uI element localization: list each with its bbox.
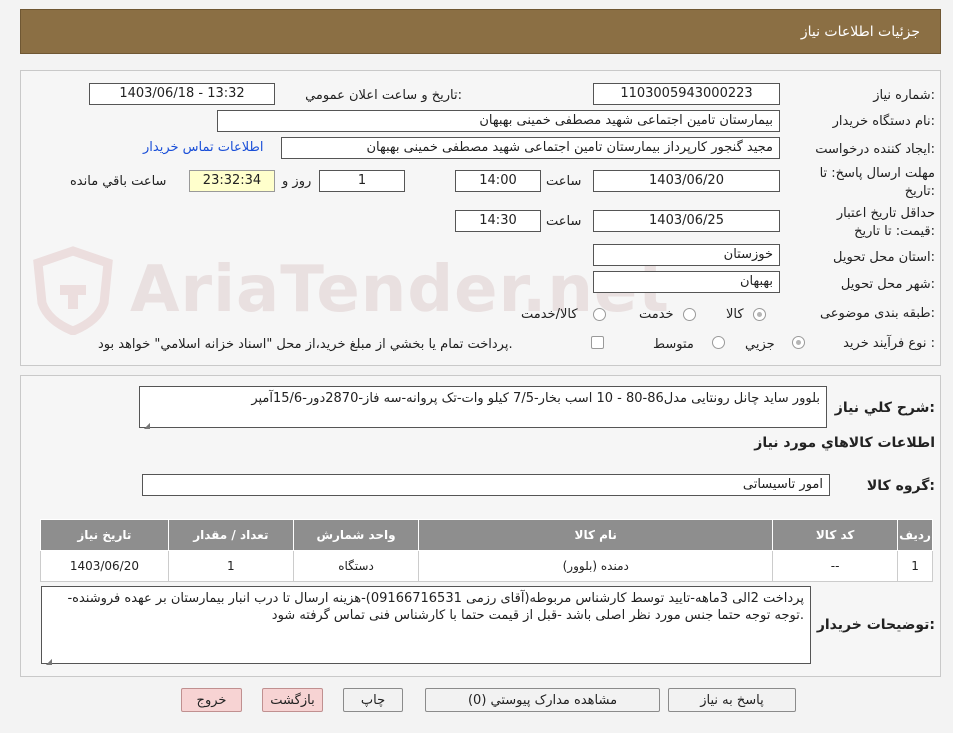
buyer-org-label: نام دستگاه خريدار: (832, 114, 935, 129)
city-label: شهر محل تحويل: (840, 277, 935, 292)
back-button[interactable]: بازگشت (262, 688, 323, 712)
category-radio-service[interactable] (683, 308, 696, 321)
attachments-button[interactable]: مشاهده مدارک پيوستي (0) (425, 688, 660, 712)
process-option-medium: متوسط (653, 337, 694, 352)
watermark: AriaTender.net (20, 245, 669, 335)
cell-unit: دستگاه (292, 550, 420, 582)
validity-date-field: 1403/06/25 (593, 210, 780, 232)
process-checkbox-treasury[interactable] (591, 336, 604, 349)
items-table: رديف کد کالا نام کالا واحد شمارش تعداد /… (40, 519, 933, 582)
creator-field: مجید گنجور کارپرداز بیمارستان تامین اجتم… (281, 137, 780, 159)
announce-label: تاریخ و ساعت اعلان عمومي: (305, 88, 462, 103)
category-option-goods-service: کالا/خدمت (521, 307, 578, 322)
items-table-header: رديف کد کالا نام کالا واحد شمارش تعداد /… (40, 519, 933, 551)
col-need-date: تاريخ نياز (40, 519, 169, 551)
category-label: طبقه بندی موضوعی: (819, 306, 935, 321)
province-field: خوزستان (593, 244, 780, 266)
deadline-time-field: 14:00 (455, 170, 541, 192)
remaining-label: ساعت باقي مانده (70, 174, 167, 189)
validity-label-line1: حداقل تاريخ اعتبار (836, 206, 935, 221)
process-radio-minor[interactable] (792, 336, 805, 349)
deadline-date-field: 1403/06/20 (593, 170, 780, 192)
deadline-label-line1: مهلت ارسال پاسخ: تا (819, 166, 935, 181)
shield-logo-icon (33, 246, 113, 335)
buyer-notes-text: پرداخت 2الی 3ماهه-تایید توسط کارشناس مرب… (67, 591, 804, 623)
deadline-label-line2: تاریخ: (904, 184, 935, 199)
days-field: 1 (319, 170, 405, 192)
category-radio-goods[interactable] (753, 308, 766, 321)
exit-button[interactable]: خروج (181, 688, 242, 712)
page-title: جزئیات اطلاعات نیاز (800, 23, 920, 40)
cell-item-code: -- (772, 550, 899, 582)
buyer-contact-link[interactable]: اطلاعات تماس خريدار (143, 140, 263, 155)
cell-quantity: 1 (167, 550, 294, 582)
validity-time-label: ساعت (546, 214, 582, 229)
city-field: بهبهان (593, 271, 780, 293)
deadline-time-label: ساعت (546, 174, 582, 189)
resize-grip-icon: ◢ (45, 657, 52, 666)
goods-section-title: اطلاعات کالاهاي مورد نياز (754, 435, 935, 451)
cell-item-name: دمنده (بلوور) (418, 550, 774, 582)
buyer-org-field: بیمارستان تامین اجتماعی شهید مصطفی خمینی… (217, 110, 780, 132)
validity-time-field: 14:30 (455, 210, 541, 232)
print-button[interactable]: چاپ (343, 688, 403, 712)
summary-text: بلوور ساید چانل رونتایی مدل86-80 - 10 اس… (251, 391, 820, 406)
need-number-field: 1103005943000223 (593, 83, 780, 105)
col-item-code: کد کالا (772, 519, 899, 551)
col-quantity: تعداد / مقدار (167, 519, 294, 551)
category-option-goods: کالا (726, 307, 744, 322)
buyer-notes-label: توضيحات خريدار: (816, 617, 935, 633)
resize-grip-icon: ◢ (143, 421, 150, 430)
category-radio-goods-service[interactable] (593, 308, 606, 321)
summary-textarea[interactable]: بلوور ساید چانل رونتایی مدل86-80 - 10 اس… (139, 386, 827, 430)
creator-label: ايجاد کننده درخواست: (815, 142, 935, 157)
remaining-time-field: 23:32:34 (189, 170, 275, 192)
col-item-name: نام کالا (418, 519, 774, 551)
process-treasury-note: پرداخت تمام يا بخشي از مبلغ خريد،از محل … (98, 337, 513, 352)
page-header: جزئیات اطلاعات نیاز (20, 9, 941, 54)
summary-label: شرح کلي نياز: (834, 400, 935, 416)
cell-need-date: 1403/06/20 (40, 550, 169, 582)
process-radio-medium[interactable] (712, 336, 725, 349)
goods-group-label: گروه کالا: (866, 478, 935, 494)
province-label: استان محل تحويل: (833, 250, 935, 265)
need-number-label: شماره نیاز: (873, 88, 935, 103)
reply-button[interactable]: پاسخ به نياز (668, 688, 796, 712)
validity-label-line2: قيمت: تا تاريخ: (854, 224, 935, 239)
watermark-text: AriaTender.net (130, 253, 670, 327)
cell-row-number: 1 (897, 550, 933, 582)
buyer-notes-textarea[interactable]: پرداخت 2الی 3ماهه-تایید توسط کارشناس مرب… (41, 586, 811, 666)
process-label: نوع فرآيند خريد : (843, 336, 935, 351)
col-row-number: رديف (897, 519, 933, 551)
table-row: 1 -- دمنده (بلوور) دستگاه 1 1403/06/20 (40, 550, 933, 582)
col-unit: واحد شمارش (292, 519, 420, 551)
process-option-minor: جزيي (745, 337, 775, 352)
goods-group-field: امور تاسیساتی (142, 474, 830, 496)
category-option-service: خدمت (639, 307, 674, 322)
announce-field: 1403/06/18 - 13:32 (89, 83, 275, 105)
days-label: روز و (282, 174, 312, 189)
